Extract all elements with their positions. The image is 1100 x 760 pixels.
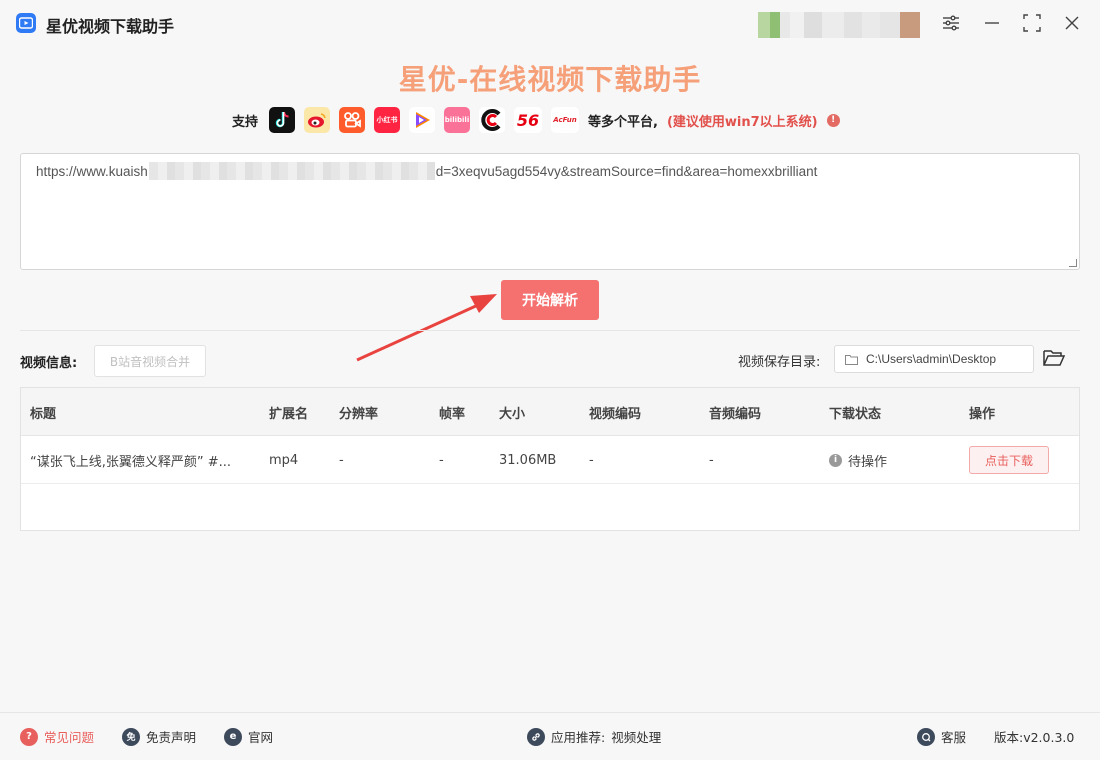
tencent-video-icon [409,107,436,133]
cell-fps: - [439,452,444,468]
app-logo-icon [16,13,36,33]
save-dir-value: C:\Users\admin\Desktop [866,352,997,366]
link-icon [527,727,545,746]
video-table: 标题 扩展名 分辨率 帧率 大小 视频编码 音频编码 下载状态 操作 “谋张飞上… [20,387,1080,531]
support-link[interactable]: 客服 [917,727,966,746]
cell-ext: mp4 [269,452,299,468]
settings-icon[interactable] [940,12,962,34]
faq-link[interactable]: ? 常见问题 [20,727,94,746]
version-label: 版本:v2.0.3.0 [994,730,1075,745]
cctv-icon [479,107,506,133]
disclaimer-link[interactable]: 免 免责声明 [122,727,196,746]
title-bar: 星优视频下载助手 [0,0,1100,46]
header-acodec: 音频编码 [709,406,762,422]
table-header: 标题 扩展名 分辨率 帧率 大小 视频编码 音频编码 下载状态 操作 [21,388,1079,436]
weibo-icon [304,107,331,133]
url-suffix: d=3xeqvu5agd554vy&streamSource=find&area… [435,163,818,179]
header-fps: 帧率 [439,406,466,422]
header-status: 下载状态 [829,406,882,422]
cell-action: 点击下载 [969,436,1049,484]
support-label: 客服 [941,730,967,745]
56-icon: 56 [514,107,543,133]
save-dir-input[interactable]: C:\Users\admin\Desktop [834,345,1034,373]
header-vcodec: 视频编码 [589,406,642,422]
bilibili-icon: bilibili [444,107,471,133]
faq-label: 常见问题 [44,730,95,745]
info-icon[interactable]: ! [826,113,840,127]
download-button[interactable]: 点击下载 [969,446,1049,474]
more-platforms-label: 等多个平台, [588,114,658,130]
xiaohongshu-icon: 小红书 [374,107,401,133]
close-icon[interactable] [1061,12,1083,34]
cell-vcodec: - [589,452,594,468]
header-size: 大小 [499,406,526,422]
table-row[interactable]: “谋张飞上线,张翼德义释严颜” #... mp4 - - 31.06MB - -… [21,436,1079,484]
resize-handle-icon[interactable] [1069,259,1077,267]
url-redacted [148,162,435,180]
website-link[interactable]: e 官网 [224,727,273,746]
open-folder-icon[interactable] [1042,347,1066,369]
question-icon: ? [20,727,38,746]
header-resolution: 分辨率 [339,406,379,422]
minimize-icon[interactable] [981,12,1003,34]
section-divider [20,330,1080,331]
tiktok-icon [269,107,296,133]
app-title: 星优视频下载助手 [46,17,175,36]
user-avatar[interactable] [758,12,920,38]
cell-acodec: - [709,452,714,468]
acfun-icon: AcFun [551,107,580,133]
disclaimer-label: 免责声明 [146,730,197,745]
platform-list: 支持 小红书 bilibili 56 AcFun 等多个平台, (建议使用win… [232,106,840,134]
hero-title: 星优-在线视频下载助手 [398,63,702,96]
cell-size: 31.06MB [499,452,557,468]
save-dir-label: 视频保存目录: [738,355,821,370]
recommend-value[interactable]: 视频处理 [611,727,661,746]
header-ext: 扩展名 [269,406,309,422]
header-action: 操作 [969,406,996,422]
url-textarea[interactable]: https://www.kuaish d=3xeqvu5agd554vy&str… [20,153,1080,270]
video-info-label: 视频信息: [20,356,78,371]
headset-icon [917,727,935,746]
website-label: 官网 [248,730,274,745]
disclaimer-icon: 免 [122,727,140,746]
cell-status: i 待操作 [829,436,887,484]
app-recommend[interactable]: 应用推荐: 视频处理 [527,727,661,746]
kuaishou-icon [339,107,366,133]
status-info-icon: i [829,453,842,467]
parse-button[interactable]: 开始解析 [501,280,599,320]
maximize-icon[interactable] [1021,12,1043,34]
bilibili-merge-button[interactable]: B站音视频合并 [94,345,206,377]
recommend-label: 应用推荐: [551,730,606,745]
cell-resolution: - [339,452,344,468]
browser-icon: e [224,727,242,746]
system-warning: (建议使用win7以上系统) [666,114,818,130]
header-title: 标题 [30,406,57,422]
support-label: 支持 [232,114,259,130]
cell-title: “谋张飞上线,张翼德义释严颜” #... [30,454,232,470]
status-text: 待操作 [848,454,888,470]
folder-small-icon [845,354,858,365]
footer-bar: ? 常见问题 免 免责声明 e 官网 应用推荐: 视频处理 客服 版本:v2.0… [0,712,1100,760]
url-prefix: https://www.kuaish [36,163,148,179]
